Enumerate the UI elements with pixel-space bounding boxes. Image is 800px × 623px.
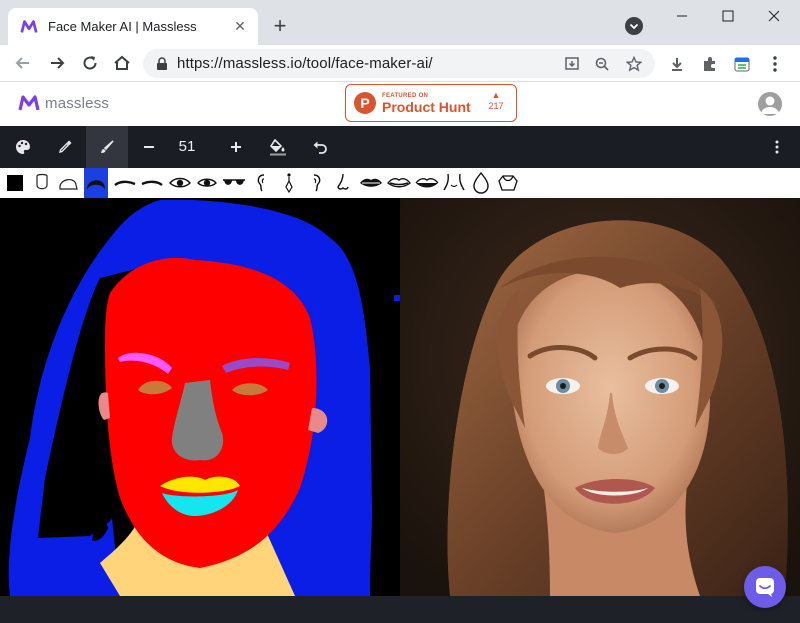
nose-swatch[interactable] — [331, 171, 355, 195]
brush-size-value: 51 — [178, 138, 196, 155]
address-bar[interactable]: https://massless.io/tool/face-maker-ai/ — [143, 49, 655, 78]
minus-icon[interactable] — [128, 126, 170, 168]
tab-search-icon[interactable] — [625, 17, 643, 35]
browser-tab[interactable]: Face Maker AI | Massless ✕ — [8, 8, 258, 45]
earring-swatch[interactable] — [277, 171, 301, 195]
palette-icon[interactable] — [2, 126, 44, 168]
right-ear-swatch[interactable] — [304, 171, 328, 195]
lock-icon — [157, 56, 167, 70]
menu-dots-icon[interactable] — [764, 53, 786, 75]
segmentation-sketch-canvas[interactable] — [0, 198, 400, 596]
eyedropper-icon[interactable] — [44, 126, 86, 168]
cloth-swatch[interactable] — [496, 171, 520, 195]
reload-icon[interactable] — [77, 50, 103, 76]
canvas-area — [0, 198, 800, 596]
face-outline-swatch[interactable] — [30, 171, 54, 195]
massless-logo-icon — [18, 95, 40, 111]
browser-toolbar: https://massless.io/tool/face-maker-ai/ — [0, 45, 800, 82]
bookmark-star-icon[interactable] — [624, 54, 644, 74]
product-hunt-icon: P — [354, 92, 376, 114]
back-icon[interactable] — [10, 50, 36, 76]
massless-logo-icon — [20, 19, 38, 33]
head-outline-swatch[interactable] — [56, 171, 80, 195]
more-vert-icon[interactable] — [756, 126, 798, 168]
undo-icon[interactable] — [299, 126, 341, 168]
left-brow-swatch[interactable] — [113, 171, 137, 195]
maximize-icon[interactable] — [714, 6, 742, 26]
upper-lip-swatch[interactable] — [359, 171, 383, 195]
lower-lip-swatch[interactable] — [415, 171, 439, 195]
tab-title: Face Maker AI | Massless — [48, 19, 197, 34]
background-swatch[interactable] — [3, 171, 27, 195]
window-close-icon[interactable] — [760, 6, 788, 26]
browser-tab-strip: Face Maker AI | Massless ✕ + — [0, 0, 800, 45]
site-header: massless P FEATURED ON Product Hunt ▲ 21… — [0, 82, 800, 126]
zoom-icon[interactable] — [592, 54, 612, 74]
fill-bucket-icon[interactable] — [257, 126, 299, 168]
url-text: https://massless.io/tool/face-maker-ai/ — [177, 55, 433, 72]
minimize-icon[interactable] — [668, 6, 696, 26]
right-brow-swatch[interactable] — [140, 171, 164, 195]
calendar-extension-icon[interactable] — [731, 53, 753, 75]
ph-vote-count: 217 — [488, 101, 504, 111]
generated-face-image — [400, 198, 800, 596]
new-tab-icon[interactable]: + — [268, 13, 292, 38]
bottom-bar — [0, 596, 800, 623]
label-palette — [0, 168, 800, 198]
forward-icon[interactable] — [44, 50, 70, 76]
massless-logo[interactable]: massless — [18, 94, 109, 112]
logo-text: massless — [45, 94, 110, 112]
editor-toolbar: 51 — [0, 126, 800, 168]
user-avatar-icon[interactable] — [758, 92, 782, 116]
extensions-icon[interactable] — [699, 53, 721, 75]
necklace-swatch[interactable] — [469, 171, 493, 195]
download-icon[interactable] — [666, 53, 688, 75]
install-app-icon[interactable] — [562, 54, 582, 74]
product-hunt-badge[interactable]: P FEATURED ON Product Hunt ▲ 217 — [345, 84, 517, 122]
plus-icon[interactable] — [215, 126, 257, 168]
mouth-swatch[interactable] — [387, 171, 411, 195]
chat-icon — [756, 578, 774, 597]
left-eye-swatch[interactable] — [168, 171, 192, 195]
ph-featured-label: FEATURED ON — [382, 92, 429, 99]
ph-name: Product Hunt — [382, 98, 471, 115]
right-eye-swatch[interactable] — [195, 171, 219, 195]
chat-support-button[interactable] — [744, 566, 786, 608]
hair-swatch[interactable] — [84, 168, 108, 198]
upvote-arrow-icon: ▲ — [491, 90, 501, 100]
home-icon[interactable] — [109, 50, 135, 76]
left-ear-swatch[interactable] — [250, 171, 274, 195]
neck-swatch[interactable] — [442, 171, 466, 195]
glasses-swatch[interactable] — [222, 171, 246, 195]
brush-icon[interactable] — [86, 126, 128, 168]
close-icon[interactable]: ✕ — [232, 18, 248, 35]
